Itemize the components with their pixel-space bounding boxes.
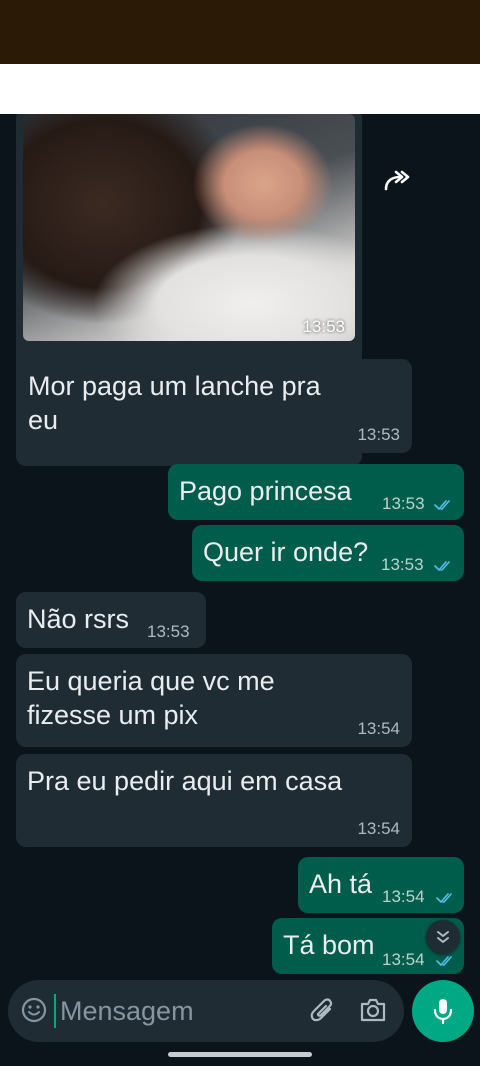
forward-button[interactable] xyxy=(374,158,420,204)
double-check-icon xyxy=(434,561,450,571)
microphone-icon xyxy=(433,999,453,1025)
double-check-icon xyxy=(436,893,452,903)
home-indicator[interactable] xyxy=(168,1052,312,1057)
message-time: 13:53 xyxy=(147,622,190,641)
message-text: Ah tá xyxy=(309,869,373,899)
message-time: 13:54 xyxy=(382,887,425,906)
status-bar xyxy=(0,0,480,64)
message-composer[interactable]: Mensagem xyxy=(8,980,404,1042)
message-bubble-outgoing[interactable]: Pago princesa 13:53 xyxy=(168,464,464,520)
message-text: Não rsrs xyxy=(27,604,130,634)
paperclip-icon[interactable] xyxy=(308,996,338,1026)
message-bubble-outgoing[interactable]: Quer ir onde? 13:53 xyxy=(192,525,464,581)
header-bar xyxy=(0,64,480,114)
message-text: Quer ir onde? xyxy=(203,537,369,567)
camera-icon[interactable] xyxy=(358,996,388,1024)
scroll-to-bottom-button[interactable] xyxy=(426,920,460,954)
emoji-icon[interactable] xyxy=(20,996,48,1024)
message-time: 13:54 xyxy=(357,719,400,738)
forward-icon xyxy=(384,170,410,191)
message-bubble-incoming[interactable]: Não rsrs 13:53 xyxy=(16,592,206,648)
message-text: Tá bom xyxy=(283,930,375,960)
message-time: 13:53 xyxy=(302,317,345,336)
message-time: 13:54 xyxy=(357,819,400,838)
message-bubble-incoming[interactable]: Mor paga um lanche pra eu 13:53 xyxy=(16,359,412,453)
message-time: 13:53 xyxy=(357,425,400,444)
message-bubble-outgoing[interactable]: Ah tá 13:54 xyxy=(298,857,464,913)
message-bubble-incoming[interactable]: Pra eu pedir aqui em casa 13:54 xyxy=(16,754,412,847)
message-time: 13:54 xyxy=(382,950,425,969)
double-check-icon xyxy=(434,500,450,510)
message-time: 13:53 xyxy=(382,494,425,513)
message-text: Eu queria que vc me fizesse um pix xyxy=(27,666,275,730)
microphone-button[interactable] xyxy=(412,980,474,1042)
message-text: Mor paga um lanche pra eu xyxy=(28,371,321,435)
text-cursor xyxy=(54,994,56,1028)
message-input[interactable]: Mensagem xyxy=(60,996,194,1027)
photo[interactable]: 13:53 xyxy=(23,114,355,341)
chat-area[interactable]: 13:53 Mor paga um lanche pra eu 13:53 Pa… xyxy=(0,114,480,980)
message-text: Pra eu pedir aqui em casa xyxy=(27,766,343,796)
message-bubble-incoming[interactable]: Eu queria que vc me fizesse um pix 13:54 xyxy=(16,654,412,747)
message-text: Pago princesa xyxy=(179,476,352,506)
double-check-icon xyxy=(436,956,452,966)
double-chevron-down-icon xyxy=(437,931,449,943)
message-time: 13:53 xyxy=(381,555,424,574)
